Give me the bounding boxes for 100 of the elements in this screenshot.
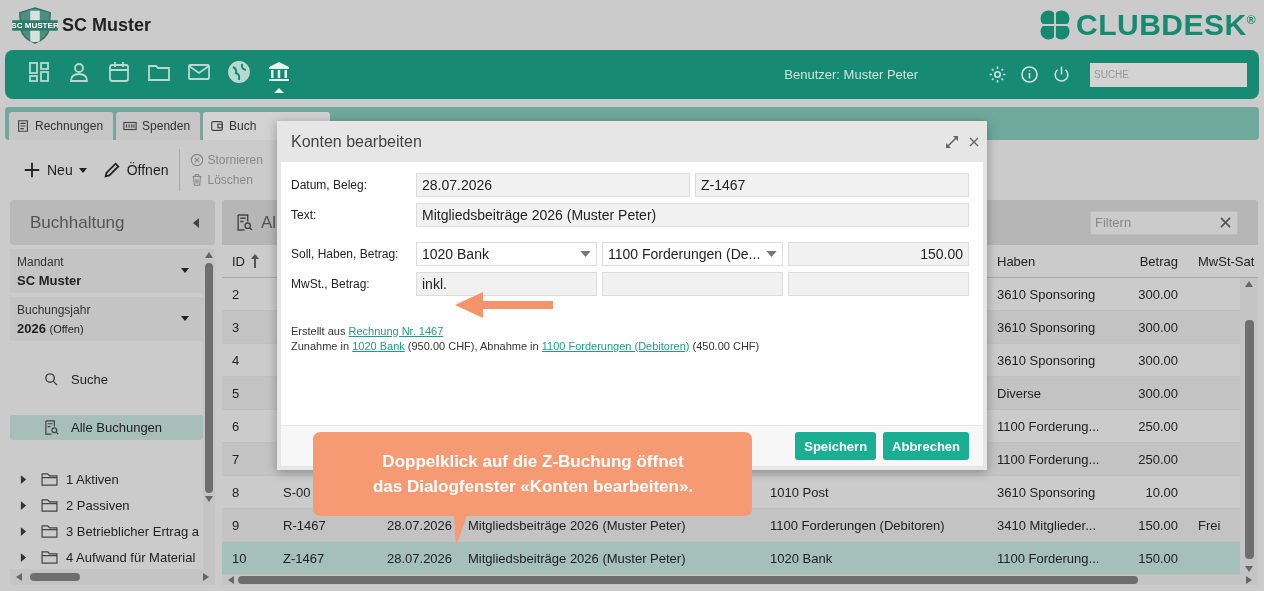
folder-icon <box>41 498 58 512</box>
tree-item[interactable]: 1 Aktiven <box>10 466 203 493</box>
input-field[interactable]: Z-1467 <box>695 173 969 197</box>
table-cell-text: Diverse <box>996 384 1043 403</box>
tab[interactable]: Spenden <box>116 112 202 140</box>
scroll-left-icon[interactable] <box>16 573 22 581</box>
plus-icon <box>23 161 41 179</box>
scroll-down-icon[interactable] <box>1245 566 1253 572</box>
tree-item[interactable]: 3 Betrieblicher Ertrag a <box>10 518 203 545</box>
input-field[interactable]: 150.00 <box>788 242 969 266</box>
caret-icon <box>78 167 87 173</box>
info-text: Erstellt aus Rechnung Nr. 1467 <box>291 324 445 339</box>
table-cell-text: 250.00 <box>1137 417 1179 436</box>
expand-arrow-icon[interactable] <box>20 474 27 484</box>
table-cell-text: S-00 <box>282 483 312 502</box>
input-field[interactable]: 28.07.2026 <box>416 173 690 197</box>
year-dropdown[interactable]: Buchungsjahr 2026 (Offen) <box>10 297 203 341</box>
user-label: Benutzer: Muster Peter <box>784 67 918 82</box>
table-cell-text: Mitgliedsbeiträge 2026 (Muster Peter) <box>467 549 687 568</box>
vertical-scrollbar[interactable] <box>203 249 215 569</box>
table-cell-text: 150.00 <box>1137 516 1179 535</box>
dropdown-field[interactable]: 1100 Forderungen (De... <box>602 242 783 266</box>
filter-field[interactable]: Filtern <box>1090 210 1238 235</box>
field-label: Datum, Beleg: <box>291 177 369 192</box>
table-cell-text: 3 <box>231 318 241 337</box>
scrollbar-thumb[interactable] <box>205 263 213 493</box>
pencil-icon <box>102 161 121 179</box>
column-header[interactable]: ID <box>222 245 273 277</box>
scroll-right-icon[interactable] <box>203 573 209 581</box>
scroll-up-icon[interactable] <box>1245 281 1253 287</box>
wallet-icon <box>210 119 225 133</box>
settings-icon[interactable] <box>988 65 1007 84</box>
clear-icon[interactable] <box>1220 216 1231 228</box>
table-cell-text: 6 <box>231 417 241 436</box>
mandant-dropdown[interactable]: Mandant SC Muster <box>10 249 203 293</box>
input-field[interactable] <box>602 272 783 296</box>
table-cell-text: 1100 Forderung... <box>996 549 1101 568</box>
table-cell-text: Z-1467 <box>282 549 326 568</box>
horizontal-scrollbar[interactable] <box>10 569 215 585</box>
field-label: Soll, Haben, Betrag: <box>291 246 400 261</box>
toolbar-button[interactable]: Öffnen <box>97 157 174 183</box>
column-header[interactable]: MwSt-Sat <box>1188 245 1258 277</box>
caret-icon <box>181 268 189 273</box>
column-header[interactable]: Betrag <box>1120 245 1188 277</box>
table-cell-text: 300.00 <box>1137 384 1179 403</box>
info-icon[interactable] <box>1020 65 1039 84</box>
list-search-icon <box>236 214 253 231</box>
banknote-icon <box>123 119 138 133</box>
table-cell-text: 9 <box>231 516 241 535</box>
account-link[interactable]: Rechnung Nr. 1467 <box>348 325 444 337</box>
table-row[interactable]: 10 Z-1467 28.07.2026 Mitgliedsbeiträge 2026 (Muster Peter) 1020 Bank 1100 Forderung... 150.00 <box>222 542 1240 575</box>
table-cell-text: Mitgliedsbeiträge 2026 (Muster Peter) <box>467 516 687 535</box>
scroll-down-icon[interactable] <box>205 496 213 502</box>
expand-icon[interactable] <box>945 134 959 149</box>
cancel-icon <box>190 153 205 167</box>
info-text: Zunahme in 1020 Bank (950.00 CHF), Abnahme in 1100 Forderungen (Debitoren) (450.00 CHF) <box>291 339 761 354</box>
caret-icon <box>766 251 777 257</box>
sidebar-title: Buchhaltung <box>30 212 125 233</box>
input-field[interactable]: inkl. <box>416 272 597 296</box>
account-link[interactable]: 1100 Forderungen (Debitoren) <box>541 340 690 352</box>
expand-arrow-icon[interactable] <box>20 526 27 536</box>
table-cell-text: 10.00 <box>1144 483 1179 502</box>
table-cell-text: 1020 Bank <box>769 549 834 568</box>
table-cell-text: 3610 Sponsoring <box>996 318 1097 337</box>
table-cell-text: 1100 Forderung... <box>996 450 1101 469</box>
scroll-up-icon[interactable] <box>205 252 213 258</box>
scroll-left-icon[interactable] <box>228 576 234 584</box>
toolbar-button[interactable]: Neu <box>18 157 96 183</box>
list-search-icon <box>44 420 59 435</box>
input-field[interactable]: Mitgliedsbeiträge 2026 (Muster Peter) <box>416 203 969 227</box>
table-cell-text: 5 <box>231 384 241 403</box>
folder-icon <box>41 524 58 538</box>
folder-icon <box>41 550 58 564</box>
sidebar-item[interactable]: Alle Buchungen <box>10 414 203 441</box>
tree-item[interactable]: 2 Passiven <box>10 492 203 519</box>
sidebar-item[interactable]: Suche <box>10 367 203 393</box>
search-field[interactable]: SUCHE <box>1090 62 1247 87</box>
table-cell-text: R-1467 <box>282 516 327 535</box>
tab[interactable]: Rechnungen <box>9 112 115 140</box>
field-label: Text: <box>291 207 318 222</box>
column-header[interactable]: Haben <box>987 245 1120 277</box>
scrollbar-thumb[interactable] <box>238 576 1138 584</box>
close-icon[interactable] <box>969 136 979 147</box>
table-cell-text: Frei <box>1197 516 1222 535</box>
dropdown-field[interactable]: 1020 Bank <box>416 242 597 266</box>
table-cell-text: 3610 Sponsoring <box>996 351 1097 370</box>
input-field[interactable] <box>788 272 969 296</box>
collapse-icon[interactable] <box>193 217 199 228</box>
clover-logo-icon <box>1040 10 1070 40</box>
scrollbar-thumb[interactable] <box>1244 320 1254 559</box>
scroll-right-icon[interactable] <box>1246 576 1252 584</box>
expand-arrow-icon[interactable] <box>20 552 27 562</box>
horizontal-scrollbar[interactable] <box>222 575 1258 585</box>
expand-arrow-icon[interactable] <box>20 500 27 510</box>
field-label: MwSt., Betrag: <box>291 276 371 291</box>
tree-item[interactable]: 4 Aufwand für Material <box>10 544 203 569</box>
vertical-scrollbar[interactable] <box>1240 278 1258 575</box>
scrollbar-thumb[interactable] <box>30 573 80 581</box>
brand-logo-text: CLUBDESK$^{®}$ <box>1076 8 1256 42</box>
power-icon[interactable] <box>1052 65 1071 84</box>
